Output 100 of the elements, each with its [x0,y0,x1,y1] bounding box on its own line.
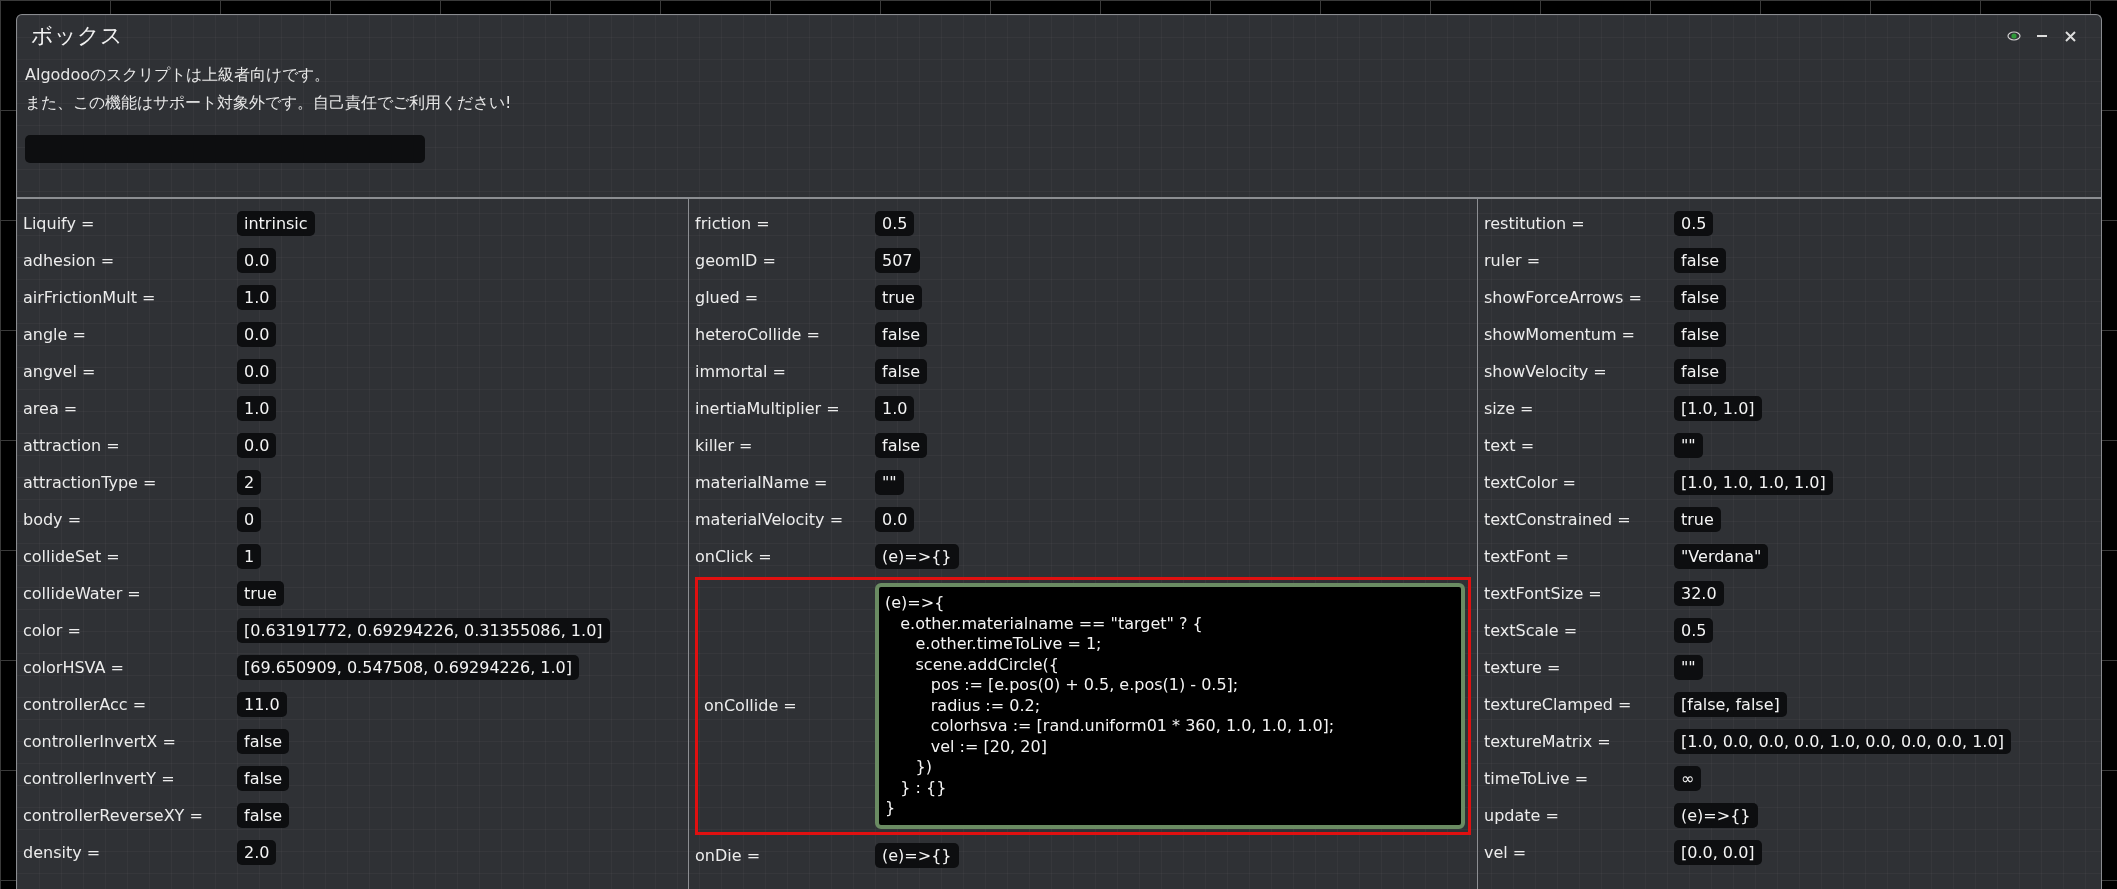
property-label: textureClamped = [1484,695,1633,714]
property-value[interactable]: false [237,766,290,791]
close-icon[interactable] [2063,29,2077,43]
property-value[interactable]: 2.0 [237,840,277,865]
property-value[interactable]: 32.0 [1674,581,1724,606]
property-label: angvel = [23,362,97,381]
property-value[interactable]: 0.0 [237,433,277,458]
property-value[interactable]: intrinsic [237,211,315,236]
property-value[interactable]: [1.0, 1.0] [1674,396,1762,421]
property-label: update = [1484,806,1560,825]
property-value[interactable]: false [1674,285,1727,310]
property-value[interactable]: 0 [237,507,262,532]
property-value[interactable]: 0.0 [237,248,277,273]
property-label: size = [1484,399,1535,418]
property-value[interactable]: true [1674,507,1721,532]
property-value[interactable]: 1.0 [237,396,277,421]
property-label: area = [23,399,79,418]
property-label: heteroCollide = [695,325,821,344]
property-value[interactable]: false [1674,359,1727,384]
property-value[interactable]: "" [1674,433,1703,458]
property-label: colorHSVA = [23,658,125,677]
property-label: angle = [23,325,87,344]
notice-text: Algodooのスクリプトは上級者向けです。 [25,64,332,86]
property-value[interactable]: (e)=>{} [875,842,959,868]
property-label: textureMatrix = [1484,732,1612,751]
property-label: attraction = [23,436,121,455]
property-value[interactable]: false [875,322,928,347]
property-label: onClick = [695,547,773,566]
property-value[interactable]: 0.0 [237,359,277,384]
property-value[interactable]: [false, false] [1674,692,1787,717]
property-label: collideWater = [23,584,142,603]
property-label: onDie = [695,845,762,865]
property-label: immortal = [695,362,787,381]
property-value[interactable]: false [875,433,928,458]
property-value[interactable]: 2 [237,470,262,495]
property-label: controllerReverseXY = [23,806,204,825]
property-value[interactable]: 1.0 [875,396,915,421]
property-value[interactable]: false [237,803,290,828]
property-value[interactable]: [0.63191772, 0.69294226, 0.31355086, 1.0] [237,618,610,643]
property-value[interactable]: ∞ [1674,766,1702,791]
property-label: onCollide = [704,696,798,716]
property-label: color = [23,621,82,640]
property-value[interactable]: 0.5 [1674,211,1714,236]
property-label: textScale = [1484,621,1579,640]
property-label: textColor = [1484,473,1577,492]
property-label: collideSet = [23,547,121,566]
property-value[interactable]: "Verdana" [1674,544,1769,569]
property-value[interactable]: false [875,359,928,384]
property-label: textFontSize = [1484,584,1603,603]
property-value[interactable]: 507 [875,248,920,273]
property-label: controllerInvertY = [23,769,176,788]
property-value[interactable]: 0.0 [237,322,277,347]
code-editor[interactable]: (e)=>{ e.other.materialname == "target" ? { e.other.timeToLive = 1; scene.addCircle({ pos := [e.pos(0) + 0.5, e.pos(1) - 0.5]; radius := 0.2; colorhsva := [rand.uniform01 * 360, 1.0, 1.0, 1.0]; vel := [20, 20] }) } : {} } [875,583,1465,829]
property-value[interactable]: 1 [237,544,262,569]
property-label: restitution = [1484,214,1586,233]
property-label: density = [23,843,102,862]
property-value[interactable]: 0.5 [875,211,915,236]
property-label: textFont = [1484,547,1570,566]
property-value[interactable]: "" [1674,655,1703,680]
property-value[interactable]: false [1674,248,1727,273]
visibility-icon[interactable] [2007,29,2021,43]
property-value[interactable]: (e)=>{} [1674,803,1758,828]
property-label: Liquify = [23,214,96,233]
property-label: showMomentum = [1484,325,1636,344]
property-value[interactable]: [69.650909, 0.547508, 0.69294226, 1.0] [237,655,579,680]
property-label: vel = [1484,843,1528,862]
property-label: text = [1484,436,1536,455]
notice-text: また、この機能はサポート対象外です。自己責任でご利用ください! [25,92,513,114]
property-value[interactable]: 0.5 [1674,618,1714,643]
property-label: killer = [695,436,754,455]
property-label: controllerAcc = [23,695,148,714]
property-value[interactable]: true [875,285,922,310]
property-value[interactable]: false [1674,322,1727,347]
property-value[interactable]: true [237,581,284,606]
property-label: ruler = [1484,251,1542,270]
property-label: materialVelocity = [695,510,845,529]
property-label: body = [23,510,83,529]
property-value[interactable]: [0.0, 0.0] [1674,840,1762,865]
property-label: textConstrained = [1484,510,1632,529]
property-value[interactable]: false [237,729,290,754]
window-title: ボックス [30,22,123,50]
property-label: texture = [1484,658,1562,677]
property-label: attractionType = [23,473,158,492]
property-label: airFrictionMult = [23,288,157,307]
property-label: showForceArrows = [1484,288,1643,307]
property-label: timeToLive = [1484,769,1590,788]
property-value[interactable]: 0.0 [875,507,915,532]
property-value[interactable]: 11.0 [237,692,287,717]
property-label: materialName = [695,473,829,492]
input-field[interactable] [25,135,425,163]
property-value[interactable]: [1.0, 0.0, 0.0, 0.0, 1.0, 0.0, 0.0, 0.0, 1.0] [1674,729,2011,754]
property-label: controllerInvertX = [23,732,177,751]
property-label: friction = [695,214,771,233]
property-label: adhesion = [23,251,116,270]
property-value[interactable]: "" [875,470,904,495]
property-value[interactable]: (e)=>{} [875,544,959,569]
property-value[interactable]: [1.0, 1.0, 1.0, 1.0] [1674,470,1833,495]
property-label: showVelocity = [1484,362,1608,381]
property-label: geomID = [695,251,777,270]
property-value[interactable]: 1.0 [237,285,277,310]
